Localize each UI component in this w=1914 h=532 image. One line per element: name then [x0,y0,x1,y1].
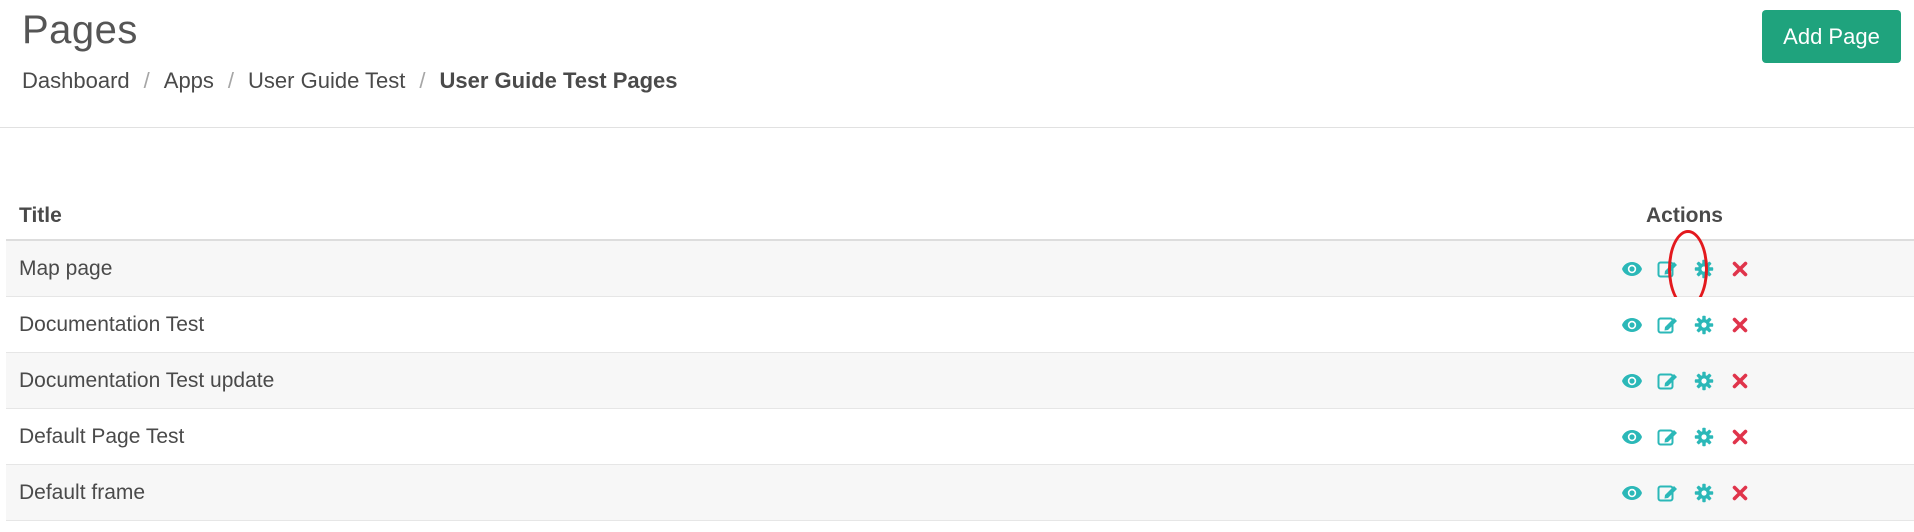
view-page-button[interactable] [1614,479,1650,507]
breadcrumb: Dashboard / Apps / User Guide Test / Use… [22,68,678,94]
delete-page-button[interactable] [1722,311,1758,339]
breadcrumb-apps[interactable]: Apps [164,68,214,94]
edit-page-button[interactable] [1650,255,1686,283]
delete-icon [1732,373,1748,389]
pages-table: Title Actions Map page Documentation Test… [6,193,1914,521]
breadcrumb-current-page: User Guide Test Pages [439,68,678,93]
edit-icon [1657,371,1679,391]
title-column-header: Title [6,193,1596,241]
table-row: Documentation Test update [6,352,1914,409]
breadcrumb-user-guide-test[interactable]: User Guide Test [248,68,405,94]
settings-icon [1694,371,1714,391]
settings-icon [1694,259,1714,279]
add-page-button[interactable]: Add Page [1762,10,1901,63]
page-title-cell: Default frame [6,464,1596,521]
row-actions [1614,311,1914,339]
view-page-button[interactable] [1614,367,1650,395]
delete-page-button[interactable] [1722,367,1758,395]
delete-page-button[interactable] [1722,423,1758,451]
view-icon [1621,429,1643,445]
page-header: Pages Dashboard / Apps / User Guide Test… [0,0,1914,128]
delete-icon [1732,317,1748,333]
actions-column-header: Actions [1596,193,1914,241]
actions-cell [1596,352,1914,409]
view-icon [1621,317,1643,333]
delete-icon [1732,485,1748,501]
settings-icon [1694,427,1714,447]
actions-cell [1596,408,1914,465]
breadcrumb-dashboard[interactable]: Dashboard [22,68,130,94]
actions-cell [1596,229,1914,308]
page-settings-button[interactable] [1686,311,1722,339]
edit-icon [1657,315,1679,335]
row-actions [1614,479,1914,507]
table-row: Default Page Test [6,408,1914,465]
table-row: Map page [6,229,1914,308]
page-settings-button[interactable] [1686,479,1722,507]
delete-page-button[interactable] [1722,479,1758,507]
table-header-row: Title Actions [6,193,1914,241]
page-title: Pages [22,8,138,52]
page-settings-button[interactable] [1686,255,1722,283]
edit-page-button[interactable] [1650,423,1686,451]
page-title-cell: Default Page Test [6,408,1596,465]
actions-column-header-label: Actions [1645,204,1723,227]
page-settings-button[interactable] [1686,367,1722,395]
table-row: Documentation Test [6,296,1914,353]
row-actions [1614,423,1914,451]
edit-page-button[interactable] [1650,367,1686,395]
breadcrumb-separator: / [143,68,150,93]
edit-page-button[interactable] [1650,311,1686,339]
edit-icon [1657,427,1679,447]
row-actions [1614,367,1914,395]
page-title-cell: Map page [6,240,1596,297]
view-page-button[interactable] [1614,255,1650,283]
page-title-cell: Documentation Test [6,296,1596,353]
breadcrumb-separator: / [419,68,426,93]
edit-icon [1657,259,1679,279]
edit-icon [1657,483,1679,503]
view-icon [1621,373,1643,389]
page-settings-button[interactable] [1686,423,1722,451]
settings-icon [1694,315,1714,335]
view-page-button[interactable] [1614,311,1650,339]
row-actions [1614,229,1914,308]
actions-cell [1596,296,1914,353]
actions-cell [1596,464,1914,521]
view-page-button[interactable] [1614,423,1650,451]
view-icon [1621,261,1643,277]
page-title-cell: Documentation Test update [6,352,1596,409]
view-icon [1621,485,1643,501]
edit-page-button[interactable] [1650,479,1686,507]
delete-page-button[interactable] [1722,255,1758,283]
table-row: Default frame [6,464,1914,521]
delete-icon [1732,429,1748,445]
breadcrumb-separator: / [227,68,235,93]
settings-icon [1694,483,1714,503]
delete-icon [1732,261,1748,277]
